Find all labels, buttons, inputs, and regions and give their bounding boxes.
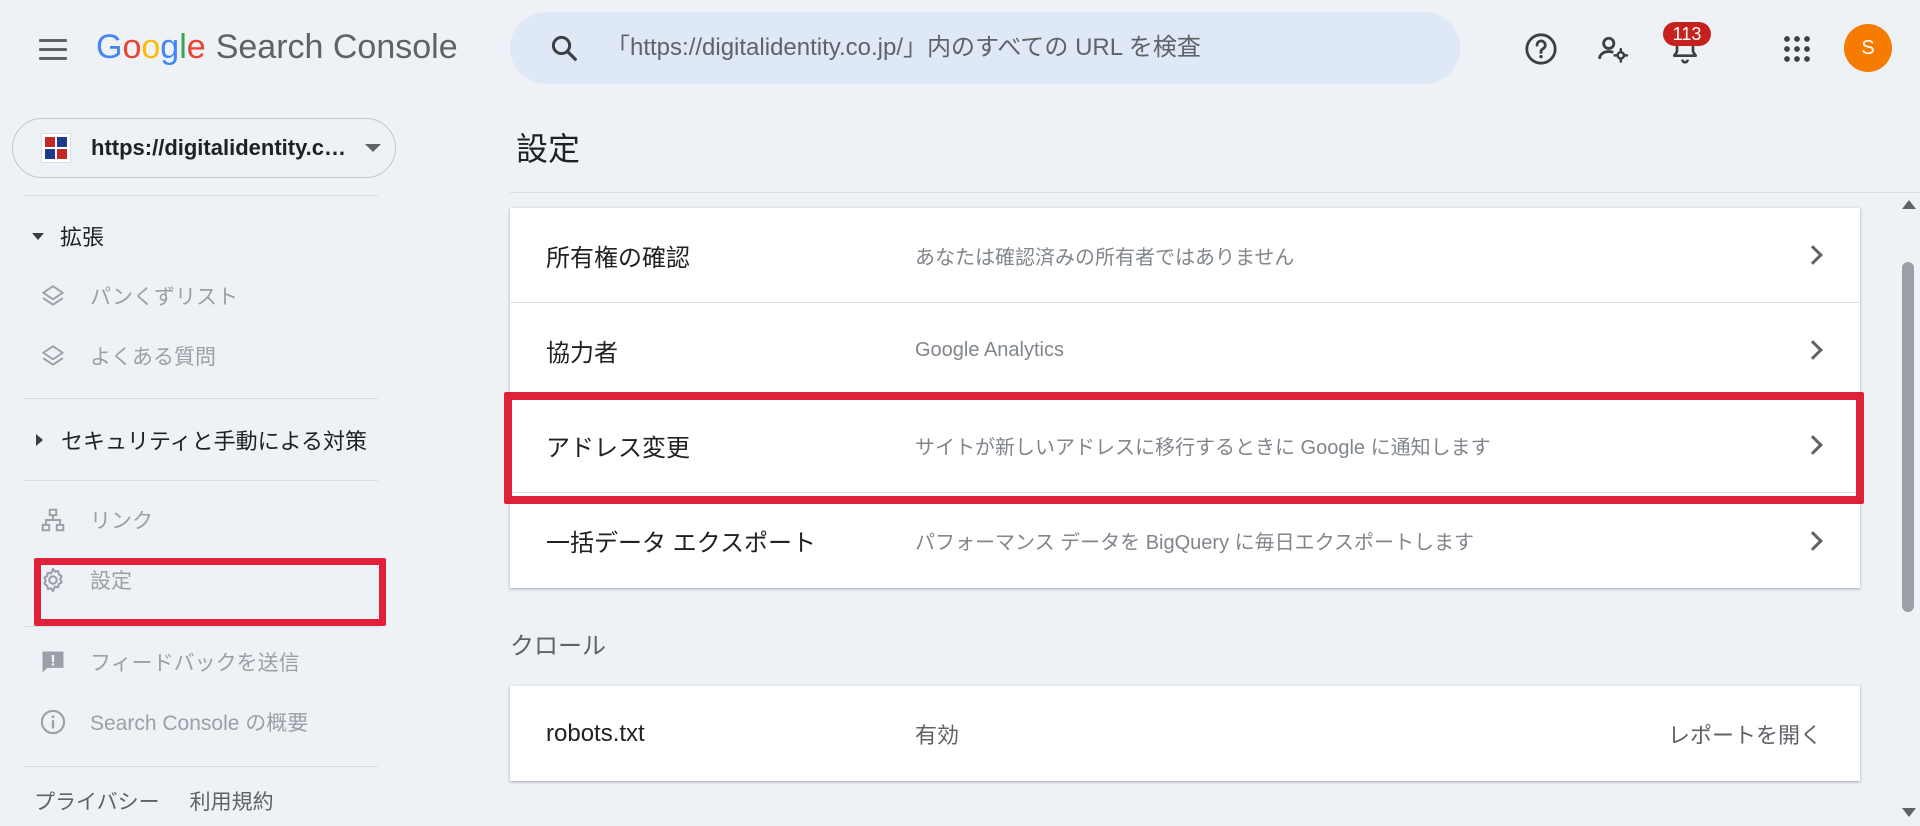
property-label: https://digitalidentity.co... (91, 135, 351, 160)
search-icon[interactable] (534, 12, 594, 84)
chevron-right-icon (1803, 530, 1823, 551)
sidebar-divider (24, 195, 378, 196)
sidebar-divider (24, 480, 378, 481)
sidebar-item-breadcrumbs[interactable]: パンくずリスト (38, 276, 238, 316)
layers-icon (38, 281, 68, 311)
chevron-right-icon (1803, 435, 1823, 455)
general-settings-card: 所有権の確認 あなたは確認済みの所有者ではありません 協力者 Google An… (510, 208, 1860, 588)
avatar[interactable]: S (1844, 24, 1892, 72)
search-console-logo[interactable]: Google Search Console (96, 28, 458, 67)
settings-row-collaborators[interactable]: 協力者 Google Analytics (510, 303, 1860, 398)
feedback-icon (38, 647, 68, 677)
sidebar-item-feedback[interactable]: フィードバックを送信 (38, 642, 300, 682)
property-selector[interactable]: https://digitalidentity.co... (12, 118, 396, 178)
site-favicon-icon (41, 133, 71, 163)
menu-icon[interactable] (36, 32, 70, 66)
settings-row-robots-txt[interactable]: robots.txt 有効 レポートを開く (510, 686, 1860, 781)
sidebar-section-enhancements[interactable]: 拡張 (32, 220, 104, 252)
layers-icon (38, 341, 68, 371)
product-name: Search Console (215, 28, 458, 66)
info-icon (38, 707, 68, 737)
terms-link[interactable]: 利用規約 (190, 786, 274, 816)
sidebar-item-about[interactable]: Search Console の概要 (38, 702, 308, 742)
settings-row-ownership[interactable]: 所有権の確認 あなたは確認済みの所有者ではありません (510, 208, 1860, 303)
title-divider (510, 192, 1920, 193)
scroll-up-arrow-icon[interactable] (1902, 200, 1916, 209)
sidebar-divider (24, 398, 378, 399)
notification-badge: 113 (1663, 22, 1711, 46)
sidebar-divider (24, 766, 378, 767)
apps-grid-icon[interactable] (1776, 28, 1818, 70)
links-icon (38, 505, 68, 535)
url-inspection-search[interactable] (510, 12, 1460, 84)
page-title: 設定 (516, 131, 581, 167)
sidebar-item-settings[interactable]: 設定 (38, 560, 132, 600)
manage-users-icon[interactable] (1592, 28, 1634, 70)
chevron-right-icon (1803, 245, 1823, 265)
search-input[interactable] (604, 33, 1460, 63)
open-report-link[interactable]: レポートを開く (1668, 718, 1822, 750)
chevron-right-icon (1803, 340, 1823, 360)
sidebar-section-security[interactable]: セキュリティと手動による対策 (32, 424, 367, 456)
sidebar-footer: プライバシー 利用規約 (34, 786, 274, 816)
chevron-down-icon (365, 144, 381, 152)
collapse-arrow-icon (36, 434, 43, 446)
sidebar-item-links[interactable]: リンク (38, 500, 153, 540)
settings-row-change-of-address[interactable]: アドレス変更 サイトが新しいアドレスに移行するときに Google に通知します (510, 398, 1860, 493)
sidebar-divider (24, 626, 378, 627)
settings-row-bulk-export[interactable]: 一括データ エクスポート パフォーマンス データを BigQuery に毎日エク… (510, 493, 1860, 588)
scroll-down-arrow-icon[interactable] (1902, 808, 1916, 817)
scrollbar-thumb[interactable] (1902, 262, 1914, 612)
crawl-section-label: クロール (510, 633, 606, 660)
help-icon[interactable] (1520, 28, 1562, 70)
privacy-link[interactable]: プライバシー (34, 786, 160, 816)
gear-icon (38, 565, 68, 595)
expand-arrow-icon (32, 232, 44, 240)
scrollbar[interactable] (1896, 196, 1920, 826)
crawl-settings-card: robots.txt 有効 レポートを開く (510, 686, 1860, 781)
sidebar-item-faq[interactable]: よくある質問 (38, 336, 216, 376)
